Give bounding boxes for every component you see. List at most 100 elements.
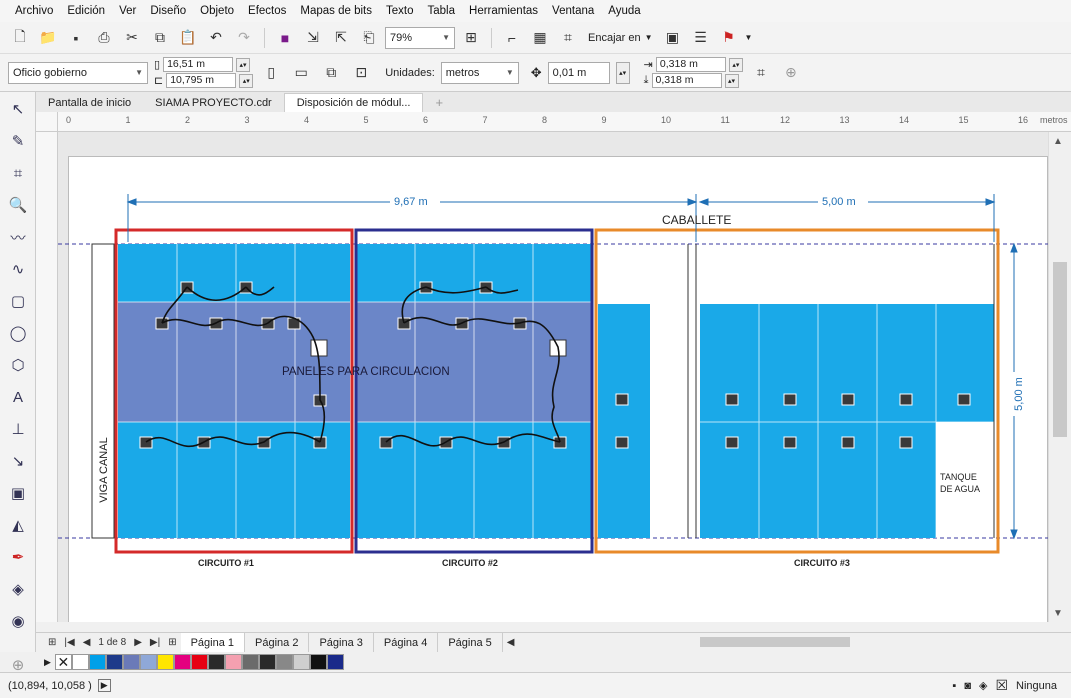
save-icon[interactable]: ▪ (64, 26, 88, 50)
transparency-tool-icon[interactable]: ◭ (2, 510, 34, 540)
menu-item[interactable]: Tabla (421, 5, 463, 17)
color-swatch[interactable] (105, 654, 123, 670)
vertical-scrollbar[interactable]: ▲ ▼ (1048, 132, 1071, 622)
landscape-icon[interactable]: ▭ (289, 61, 313, 85)
welcome-screen-icon[interactable]: ▣ (661, 26, 685, 50)
color-swatch[interactable] (122, 654, 140, 670)
add-preset-icon[interactable]: ⊕ (779, 61, 803, 85)
prev-page-icon[interactable]: ◀ (79, 637, 95, 648)
color-proof-icon[interactable]: ◙ (964, 680, 971, 692)
show-grid-icon[interactable]: ▦ (528, 26, 552, 50)
new-tab-button[interactable]: + (423, 93, 455, 112)
ruler-origin[interactable] (36, 112, 58, 132)
no-color-swatch[interactable]: ✕ (54, 654, 72, 670)
scroll-left-icon[interactable]: ◀ (503, 637, 519, 648)
color-swatch[interactable] (224, 654, 242, 670)
horizontal-scroll-thumb[interactable] (700, 637, 850, 647)
spinner[interactable]: ▴▾ (239, 73, 254, 88)
chevron-down-icon[interactable]: ▼ (745, 33, 753, 42)
rectangle-tool-icon[interactable]: ▢ (2, 286, 34, 316)
color-swatch[interactable] (156, 654, 174, 670)
spinner[interactable]: ▴▾ (236, 57, 251, 72)
page-tab-3[interactable]: Página 3 (309, 632, 374, 653)
duplicate-x-field[interactable]: 0,318 m (655, 57, 726, 72)
full-screen-icon[interactable]: ⊞ (459, 26, 483, 50)
export-icon[interactable]: ⇱ (329, 26, 353, 50)
undo-icon[interactable]: ↶ (204, 26, 228, 50)
eyedropper-icon[interactable]: ✒ (2, 542, 34, 572)
tab-siama-proyecto[interactable]: SIAMA PROYECTO.cdr (143, 93, 284, 112)
menu-item[interactable]: Efectos (241, 5, 293, 17)
smart-fill-icon[interactable]: ◉ (2, 606, 34, 636)
color-swatch[interactable] (258, 654, 276, 670)
menu-item[interactable]: Ventana (545, 5, 601, 17)
color-swatch[interactable] (275, 654, 293, 670)
snap-to-button[interactable]: Encajar en ▼ (584, 27, 657, 49)
parallel-dimension-icon[interactable]: ⊥ (2, 414, 34, 444)
spinner[interactable]: ▴▾ (724, 73, 739, 88)
treat-as-filled-icon[interactable]: ⌗ (749, 61, 773, 85)
page-tab-2[interactable]: Página 2 (245, 632, 310, 653)
zoom-tool-icon[interactable]: 🔍 (2, 190, 34, 220)
menu-item[interactable]: Archivo (8, 5, 60, 17)
color-swatch[interactable] (292, 654, 310, 670)
add-page-before-icon[interactable]: ⊞ (44, 637, 60, 648)
all-pages-icon[interactable]: ⧉ (319, 61, 343, 85)
spinner[interactable]: ▴▾ (615, 61, 630, 84)
redo-icon[interactable]: ↷ (232, 26, 256, 50)
copy-icon[interactable]: ⧉ (148, 26, 172, 50)
color-swatch[interactable] (207, 654, 225, 670)
interactive-fill-icon[interactable]: ◈ (2, 574, 34, 604)
pick-tool-icon[interactable]: ↖ (2, 94, 34, 124)
first-page-icon[interactable]: |◀ (60, 637, 78, 648)
paste-icon[interactable]: 📋 (176, 26, 200, 50)
show-guidelines-icon[interactable]: ⌗ (556, 26, 580, 50)
color-swatch[interactable] (190, 654, 208, 670)
polygon-tool-icon[interactable]: ⬡ (2, 350, 34, 380)
current-page-icon[interactable]: ⊡ (349, 61, 373, 85)
scroll-down-icon[interactable]: ▼ (1053, 608, 1063, 619)
spinner[interactable]: ▴▾ (728, 57, 743, 72)
zoom-level-combo[interactable]: 79% ▼ (385, 26, 455, 49)
drop-shadow-icon[interactable]: ▣ (2, 478, 34, 508)
play-icon[interactable]: ▶ (97, 679, 111, 692)
add-page-after-icon[interactable]: ⊞ (164, 637, 180, 648)
palette-arrow-icon[interactable]: ▶ (44, 657, 51, 668)
tab-welcome[interactable]: Pantalla de inicio (36, 93, 143, 112)
new-document-icon[interactable]: 🗋 (8, 26, 32, 50)
show-rulers-icon[interactable]: ⌐ (500, 26, 524, 50)
page-tab-1[interactable]: Página 1 (180, 632, 246, 653)
page-width-field[interactable]: 16,51 m (163, 57, 234, 72)
horizontal-ruler[interactable]: 0 1 2 3 4 5 6 7 8 9 10 11 12 13 14 15 16 metros (58, 112, 1071, 132)
portrait-icon[interactable]: ▯ (259, 61, 283, 85)
units-combo[interactable]: metros ▼ (440, 61, 519, 84)
print-icon[interactable]: ⎙ (92, 26, 116, 50)
shape-tool-icon[interactable]: ✎ (2, 126, 34, 156)
menu-item[interactable]: Ver (112, 5, 143, 17)
menu-item[interactable]: Mapas de bits (293, 5, 379, 17)
import-icon[interactable]: ⇲ (301, 26, 325, 50)
nudge-distance-field[interactable]: 0,01 m (547, 61, 610, 84)
artistic-media-icon[interactable]: ∿ (2, 254, 34, 284)
paper-size-combo[interactable]: Oficio gobierno ▼ (8, 61, 148, 84)
freehand-tool-icon[interactable]: 〰 (2, 222, 34, 252)
color-swatch[interactable] (326, 654, 344, 670)
color-swatch[interactable] (173, 654, 191, 670)
connector-tool-icon[interactable]: ↘ (2, 446, 34, 476)
color-swatch[interactable] (241, 654, 259, 670)
tab-disposicion[interactable]: Disposición de módul... (283, 93, 424, 112)
page-height-field[interactable]: 10,795 m (166, 73, 237, 88)
text-tool-icon[interactable]: A (2, 382, 34, 412)
document-color-icon[interactable]: ▪ (952, 680, 956, 692)
color-swatch[interactable] (309, 654, 327, 670)
vertical-ruler[interactable] (36, 132, 58, 622)
page-tab-5[interactable]: Página 5 (438, 632, 503, 653)
page-tab-4[interactable]: Página 4 (374, 632, 439, 653)
menu-item[interactable]: Diseño (143, 5, 193, 17)
ellipse-tool-icon[interactable]: ◯ (2, 318, 34, 348)
crop-tool-icon[interactable]: ⌗ (2, 158, 34, 188)
cut-icon[interactable]: ✂ (120, 26, 144, 50)
drawing-canvas[interactable]: 9,67 m 5,00 m 5,00 m CABALLETE PANELES P… (58, 132, 1048, 622)
color-swatch[interactable] (88, 654, 106, 670)
color-swatch[interactable] (139, 654, 157, 670)
